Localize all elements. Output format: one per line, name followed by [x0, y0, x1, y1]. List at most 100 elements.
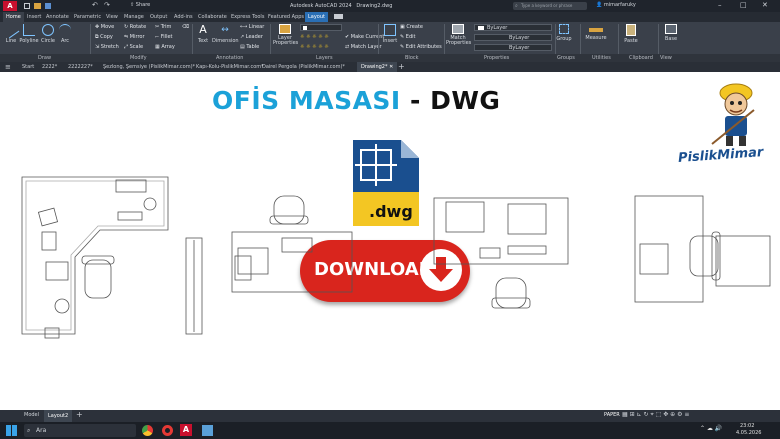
close-tab-icon[interactable]: ✕	[389, 64, 393, 70]
clock-date[interactable]: 4.05.2026	[736, 430, 761, 436]
text-tool[interactable]: A Text	[196, 24, 210, 45]
ribbon-tab-addins[interactable]: Add-ins	[174, 14, 193, 20]
l-desk-outline	[21, 176, 169, 335]
share-button[interactable]: ⇧ Share	[130, 2, 150, 8]
app-taskbar-icon[interactable]	[202, 425, 213, 436]
polyline-tool[interactable]: Polyline	[18, 24, 40, 44]
quick-access-open-icon[interactable]	[34, 3, 41, 9]
quick-access-save-icon[interactable]	[45, 3, 51, 9]
opera-icon[interactable]	[162, 425, 173, 436]
circle-tool[interactable]: Circle	[40, 24, 56, 44]
trim-tool[interactable]: ✂ Trim	[155, 24, 171, 30]
new-tab-icon[interactable]: +	[398, 62, 405, 71]
table-tool[interactable]: ▤ Table	[240, 44, 259, 50]
paper-stack	[41, 231, 57, 251]
autocad-logo-icon[interactable]: A	[3, 1, 17, 11]
fillet-tool[interactable]: ⌐ Fillet	[155, 34, 173, 40]
layer-dropdown[interactable]	[300, 24, 342, 31]
add-layout-icon[interactable]: +	[76, 410, 83, 419]
arc-tool[interactable]: Arc	[58, 24, 72, 44]
group-tool[interactable]: Group	[556, 24, 572, 42]
undo-icon[interactable]: ↶	[92, 1, 98, 9]
doc-tab-start[interactable]: Start	[22, 64, 34, 70]
insert-tool[interactable]: Insert	[381, 24, 399, 44]
linear-tool[interactable]: ⟷ Linear	[240, 24, 264, 30]
ribbon-toggle-icon[interactable]	[334, 14, 343, 19]
doc-tab-active[interactable]: Drawing2* ✕	[357, 62, 398, 72]
arc-label: Arc	[60, 38, 70, 44]
ribbon-tab-output[interactable]: Output	[150, 14, 167, 20]
lineweight-dropdown[interactable]: ByLayer	[474, 44, 552, 51]
minimize-button[interactable]: –	[718, 1, 722, 9]
doc-tab[interactable]: 2222*	[42, 64, 57, 70]
panel-label-modify[interactable]: Modify	[130, 55, 147, 61]
document-tabs: ≡ Start 2222* 2222227* Şezlong, Şemsiye …	[0, 62, 780, 72]
move-tool[interactable]: ✥ Move	[95, 24, 114, 30]
doc-tab[interactable]: 2222227*	[68, 64, 93, 70]
layout-tab-model[interactable]: Model	[24, 412, 39, 418]
create-block-tool[interactable]: ▣ Create	[400, 24, 423, 30]
paper-space-toggle[interactable]: PAPER	[604, 412, 620, 418]
panel-label-annotation[interactable]: Annotation	[216, 55, 243, 61]
edit-block-tool[interactable]: ✎ Edit	[400, 34, 415, 40]
ribbon-tab-collaborate[interactable]: Collaborate	[198, 14, 227, 20]
maximize-button[interactable]: □	[740, 1, 747, 9]
panel-label-groups[interactable]: Groups	[557, 55, 575, 61]
leader-tool[interactable]: ↗ Leader	[240, 34, 263, 40]
linetype-dropdown[interactable]: ByLayer	[474, 34, 552, 41]
ribbon-tab-layout[interactable]: Layout	[305, 12, 328, 22]
panel-label-draw[interactable]: Draw	[38, 55, 51, 61]
measure-tool[interactable]: Measure	[584, 24, 608, 41]
layer-color-icon	[303, 26, 307, 30]
quick-access-new-icon[interactable]	[24, 3, 30, 9]
status-bar-icons[interactable]: ▦ ⊞ ⊾ ↻ ⌖ ⬚ ✥ ⊕ ⚙ ≡	[622, 411, 689, 419]
match-properties-tool[interactable]: Match Properties	[446, 24, 471, 46]
panel-label-block[interactable]: Block	[405, 55, 419, 61]
ribbon-tab-home[interactable]: Home	[3, 12, 24, 22]
autocad-taskbar-icon[interactable]: A	[180, 424, 192, 436]
clock-time[interactable]: 23:02	[740, 423, 754, 429]
edit-attributes-tool[interactable]: ✎ Edit Attributes	[400, 44, 442, 50]
panel-label-view[interactable]: View	[660, 55, 672, 61]
rotate-tool[interactable]: ↻ Rotate	[124, 24, 146, 30]
ribbon-tab-parametric[interactable]: Parametric	[74, 14, 101, 20]
start-button-icon[interactable]	[6, 425, 17, 436]
panel-label-layers[interactable]: Layers	[316, 55, 333, 61]
layout-tab-layout2[interactable]: Layout2	[44, 410, 73, 422]
ribbon-tab-express-tools[interactable]: Express Tools	[231, 14, 264, 20]
dimension-tool[interactable]: ↔ Dimension	[212, 24, 239, 44]
color-dropdown[interactable]: ByLayer	[474, 24, 552, 31]
redo-icon[interactable]: ↷	[104, 1, 110, 9]
panel-label-clipboard[interactable]: Clipboard	[629, 55, 653, 61]
panel-label-properties[interactable]: Properties	[484, 55, 509, 61]
doc-tab[interactable]: Şezlong, Şemsiye (PislikMimar.com)*	[103, 64, 195, 70]
ribbon-tab-featured-apps[interactable]: Featured Apps	[268, 14, 304, 20]
doc-tab[interactable]: Kapı-Kolu-PislikMimar.com*	[196, 64, 264, 70]
ribbon-tab-manage[interactable]: Manage	[124, 14, 144, 20]
ribbon-tab-insert[interactable]: Insert	[27, 14, 41, 20]
erase-icon[interactable]: ⌫	[182, 24, 189, 30]
stretch-tool[interactable]: ⇲ Stretch	[95, 44, 119, 50]
base-tool[interactable]: Base	[662, 24, 680, 42]
line-tool[interactable]: Line	[2, 21, 20, 44]
system-tray-icons[interactable]: ⌃ ☁ 🔊	[700, 425, 722, 432]
array-tool[interactable]: ▦ Array	[155, 44, 175, 50]
search-box[interactable]: ⌕ Type a keyword or phrase	[513, 2, 587, 10]
drawing-canvas[interactable]: OFİS MASASI - DWG .dwg DOWNLOAD PislikMi…	[0, 72, 780, 410]
ribbon-tab-view[interactable]: View	[106, 14, 118, 20]
panel-label-utilities[interactable]: Utilities	[592, 55, 611, 61]
match-layer-tool[interactable]: ⇄ Match Layer	[345, 44, 382, 50]
copy-tool[interactable]: ⧉ Copy	[95, 34, 113, 40]
mirror-tool[interactable]: ⇋ Mirror	[124, 34, 145, 40]
ribbon-tab-annotate[interactable]: Annotate	[46, 14, 69, 20]
layer-properties-tool[interactable]: Layer Properties	[273, 24, 298, 46]
close-button[interactable]: ✕	[762, 1, 768, 9]
file-title: Drawing2.dwg	[356, 3, 393, 9]
chrome-icon[interactable]	[142, 425, 153, 436]
paste-tool[interactable]: Paste	[622, 24, 640, 44]
doc-tab[interactable]: Dairel Pergola (PislikMimar.com)*	[262, 64, 345, 70]
menu-icon[interactable]: ≡	[5, 63, 11, 71]
taskbar-search[interactable]: ⌕ Ara	[24, 424, 136, 437]
user-account[interactable]: 👤 mimarfaruky	[596, 2, 636, 8]
scale-tool[interactable]: ⤢ Scale	[124, 44, 143, 50]
